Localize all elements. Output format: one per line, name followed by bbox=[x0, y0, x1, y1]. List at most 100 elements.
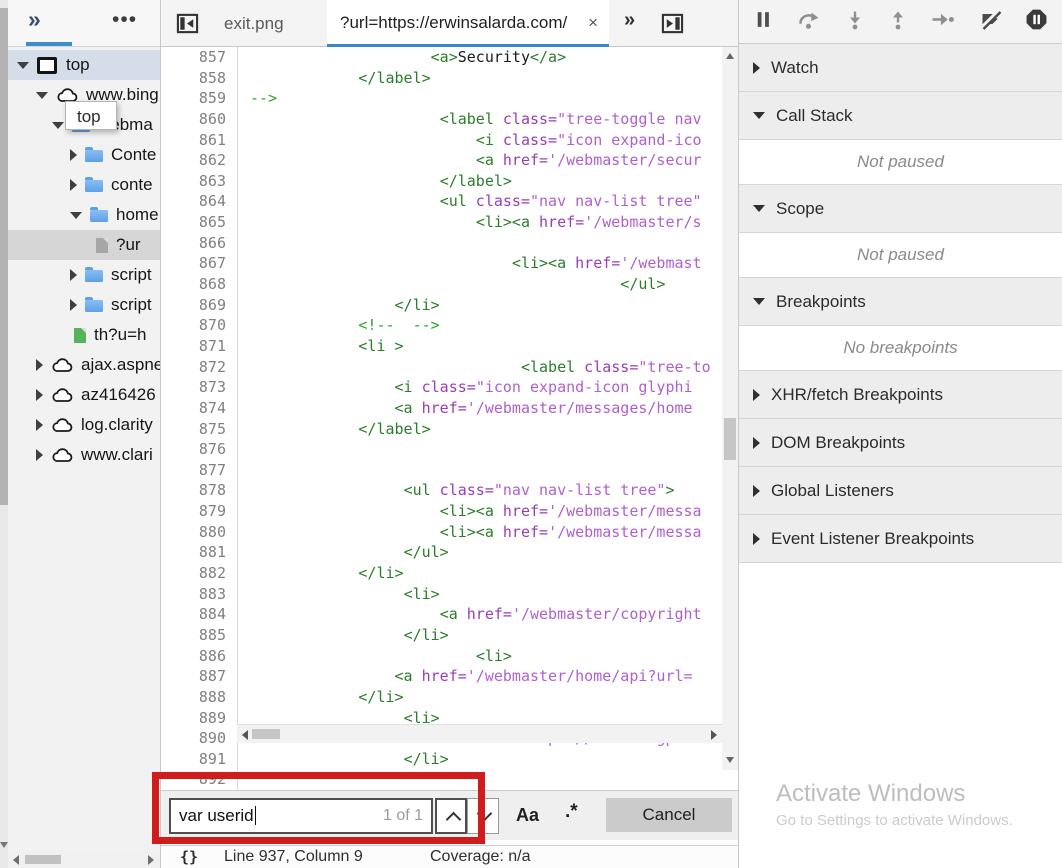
line-number[interactable]: 863 bbox=[161, 171, 238, 192]
line-number[interactable]: 873 bbox=[161, 377, 238, 398]
expand-arrow-icon[interactable] bbox=[70, 149, 77, 161]
expand-arrow-icon[interactable] bbox=[70, 269, 77, 281]
line-number[interactable]: 857 bbox=[161, 47, 238, 68]
pause-on-exceptions-icon[interactable] bbox=[1025, 8, 1048, 36]
tab-url-erwinsalarda[interactable]: ?url=https://erwinsalarda.com/ × bbox=[327, 0, 609, 47]
match-case-button[interactable]: Aa bbox=[516, 805, 539, 826]
sidebar-horizontal-scrollbar[interactable] bbox=[8, 851, 160, 868]
section-global-listeners[interactable]: Global Listeners bbox=[739, 467, 1062, 515]
section-breakpoints[interactable]: Breakpoints bbox=[739, 278, 1062, 326]
line-number[interactable]: 866 bbox=[161, 233, 238, 254]
step-into-icon[interactable] bbox=[845, 9, 865, 35]
overflow-menu-icon[interactable]: ••• bbox=[112, 8, 137, 32]
scrollbar-down-arrow-icon[interactable] bbox=[0, 842, 8, 848]
line-number[interactable]: 865 bbox=[161, 212, 238, 233]
section-scope[interactable]: Scope bbox=[739, 185, 1062, 233]
line-number[interactable]: 881 bbox=[161, 542, 238, 563]
line-number[interactable]: 889 bbox=[161, 708, 238, 729]
step-out-icon[interactable] bbox=[888, 9, 908, 35]
scroll-left-arrow-icon[interactable] bbox=[242, 730, 248, 740]
pause-icon[interactable] bbox=[753, 9, 774, 35]
tree-item-www-clari[interactable]: www.clari bbox=[8, 440, 160, 470]
more-tabs-icon[interactable]: » bbox=[28, 6, 41, 33]
expand-arrow-icon[interactable] bbox=[36, 359, 43, 371]
section-watch[interactable]: Watch bbox=[739, 44, 1062, 92]
line-number[interactable]: 884 bbox=[161, 604, 238, 625]
tree-item-th-u-h[interactable]: th?u=h bbox=[8, 320, 160, 350]
section-call-stack[interactable]: Call Stack bbox=[739, 92, 1062, 140]
line-number[interactable]: 859 bbox=[161, 88, 238, 109]
section-xhr-fetch-breakpoints[interactable]: XHR/fetch Breakpoints bbox=[739, 371, 1062, 419]
line-number[interactable]: 872 bbox=[161, 357, 238, 378]
line-number[interactable]: 883 bbox=[161, 584, 238, 605]
line-number[interactable]: 877 bbox=[161, 460, 238, 481]
collapse-arrow-icon[interactable] bbox=[17, 62, 29, 69]
line-number[interactable]: 880 bbox=[161, 522, 238, 543]
tree-item--ur[interactable]: ?ur bbox=[8, 230, 160, 260]
expand-arrow-icon[interactable] bbox=[36, 419, 43, 431]
tab-exit-png[interactable]: exit.png bbox=[206, 0, 302, 47]
line-number[interactable]: 867 bbox=[161, 253, 238, 274]
regex-button[interactable]: .* bbox=[565, 801, 578, 823]
expand-arrow-icon[interactable] bbox=[36, 389, 43, 401]
scrollbar-thumb[interactable] bbox=[252, 729, 280, 739]
scrollbar-thumb[interactable] bbox=[25, 855, 61, 864]
line-number[interactable]: 890 bbox=[161, 728, 238, 749]
line-number[interactable]: 876 bbox=[161, 439, 238, 460]
scrollbar-thumb[interactable] bbox=[724, 418, 736, 460]
line-number[interactable]: 878 bbox=[161, 480, 238, 501]
tree-item-top[interactable]: top bbox=[8, 50, 160, 80]
line-number[interactable]: 858 bbox=[161, 68, 238, 89]
scroll-right-arrow-icon[interactable] bbox=[711, 730, 717, 740]
line-number[interactable]: 886 bbox=[161, 646, 238, 667]
tree-item-script[interactable]: script bbox=[8, 290, 160, 320]
show-debugger-icon[interactable] bbox=[661, 12, 684, 40]
line-number[interactable]: 875 bbox=[161, 419, 238, 440]
expand-arrow-icon[interactable] bbox=[36, 449, 43, 461]
expand-arrow-icon[interactable] bbox=[70, 179, 77, 191]
line-number[interactable]: 891 bbox=[161, 749, 238, 770]
line-number[interactable]: 874 bbox=[161, 398, 238, 419]
line-number[interactable]: 869 bbox=[161, 295, 238, 316]
tree-item-conte[interactable]: Conte bbox=[8, 140, 160, 170]
editor-horizontal-scrollbar[interactable] bbox=[237, 724, 722, 743]
line-number[interactable]: 860 bbox=[161, 109, 238, 130]
scrollbar-thumb[interactable] bbox=[0, 8, 8, 505]
expand-arrow-icon[interactable] bbox=[70, 299, 77, 311]
sidebar-vertical-scrollbar[interactable] bbox=[0, 0, 8, 868]
cancel-button[interactable]: Cancel bbox=[606, 798, 732, 832]
line-number[interactable]: 888 bbox=[161, 687, 238, 708]
collapse-arrow-icon[interactable] bbox=[36, 92, 48, 99]
line-number[interactable]: 871 bbox=[161, 336, 238, 357]
collapse-arrow-icon[interactable] bbox=[52, 122, 64, 129]
tree-item-conte[interactable]: conte bbox=[8, 170, 160, 200]
tree-item-ajax-aspne[interactable]: ajax.aspne bbox=[8, 350, 160, 380]
hide-navigator-icon[interactable] bbox=[176, 12, 199, 40]
line-number[interactable]: 885 bbox=[161, 625, 238, 646]
scroll-down-arrow-icon[interactable] bbox=[726, 757, 734, 763]
close-icon[interactable]: × bbox=[588, 0, 598, 45]
line-number[interactable]: 882 bbox=[161, 563, 238, 584]
line-number[interactable]: 879 bbox=[161, 501, 238, 522]
editor-vertical-scrollbar[interactable] bbox=[722, 47, 738, 770]
line-number[interactable]: 862 bbox=[161, 150, 238, 171]
tree-item-script[interactable]: script bbox=[8, 260, 160, 290]
line-number[interactable]: 887 bbox=[161, 666, 238, 687]
scroll-left-arrow-icon[interactable] bbox=[13, 855, 19, 865]
scroll-up-arrow-icon[interactable] bbox=[726, 53, 734, 59]
code-editor[interactable]: 857 <a>Security</a>858 </label>859 -->86… bbox=[161, 47, 738, 790]
tree-item-log-clarity[interactable]: log.clarity bbox=[8, 410, 160, 440]
pretty-print-icon[interactable]: {} bbox=[180, 848, 198, 866]
line-number[interactable]: 870 bbox=[161, 315, 238, 336]
collapse-arrow-icon[interactable] bbox=[70, 212, 82, 219]
line-number[interactable]: 864 bbox=[161, 191, 238, 212]
step-icon[interactable] bbox=[931, 9, 955, 35]
tree-item-home[interactable]: home bbox=[8, 200, 160, 230]
section-event-listener-breakpoints[interactable]: Event Listener Breakpoints bbox=[739, 515, 1062, 563]
step-over-icon[interactable] bbox=[797, 9, 821, 35]
line-number[interactable]: 868 bbox=[161, 274, 238, 295]
deactivate-breakpoints-icon[interactable] bbox=[979, 8, 1002, 35]
scroll-right-arrow-icon[interactable] bbox=[148, 855, 154, 865]
line-number[interactable]: 861 bbox=[161, 130, 238, 151]
tree-item-az416426[interactable]: az416426 bbox=[8, 380, 160, 410]
